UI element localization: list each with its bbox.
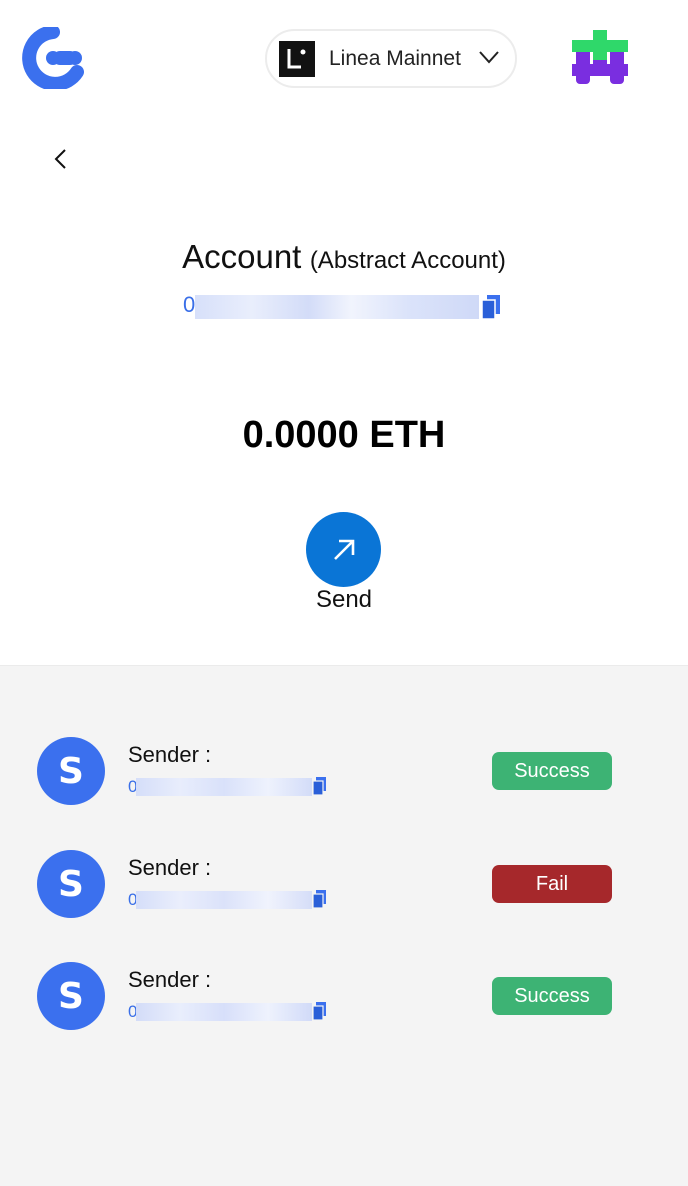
copy-icon[interactable]: [481, 294, 501, 325]
sender-address: 0: [128, 1000, 328, 1024]
status-badge: Fail: [492, 865, 612, 903]
account-type: (Abstract Account): [309, 247, 506, 274]
back-button[interactable]: [48, 146, 72, 172]
network-name: Linea Mainnet: [329, 46, 461, 70]
copy-icon[interactable]: [312, 776, 327, 801]
redacted-address: [136, 891, 312, 909]
user-avatar-icon[interactable]: [572, 30, 628, 86]
copy-icon[interactable]: [312, 889, 327, 914]
linea-logo-icon: [279, 40, 315, 77]
redacted-address: [195, 295, 479, 319]
copy-icon[interactable]: [312, 1001, 327, 1026]
account-address: 0: [183, 292, 503, 322]
chevron-down-icon: [479, 50, 499, 64]
chevron-left-icon: [54, 149, 66, 169]
balance: 0.0000 ETH: [242, 414, 446, 456]
sender-label: Sender :: [128, 855, 212, 880]
transaction-row[interactable]: S Sender : 0 Fail: [0, 850, 688, 930]
sender-address: 0: [128, 775, 328, 799]
sender-avatar: S: [37, 850, 105, 918]
network-selector[interactable]: Linea Mainnet: [265, 29, 517, 88]
sender-avatar: S: [37, 737, 105, 805]
account-heading: Account (Abstract Account): [0, 238, 688, 276]
redacted-address: [136, 778, 312, 796]
address-prefix: 0: [183, 292, 196, 317]
send-button[interactable]: [306, 512, 381, 587]
app-logo-icon[interactable]: [22, 25, 84, 91]
transaction-row[interactable]: S Sender : 0 Success: [0, 962, 688, 1042]
transaction-list: S Sender : 0 Success S Sender : 0 Fail S…: [0, 665, 688, 1186]
sender-address: 0: [128, 888, 328, 912]
sender-avatar: S: [37, 962, 105, 1030]
send-label: Send: [315, 586, 373, 613]
arrow-up-right-icon: [333, 539, 354, 560]
status-badge: Success: [492, 977, 612, 1015]
redacted-address: [136, 1003, 312, 1021]
sender-label: Sender :: [128, 742, 212, 767]
sender-label: Sender :: [128, 967, 212, 992]
account-title: Account: [182, 238, 302, 275]
transaction-row[interactable]: S Sender : 0 Success: [0, 737, 688, 817]
status-badge: Success: [492, 752, 612, 790]
